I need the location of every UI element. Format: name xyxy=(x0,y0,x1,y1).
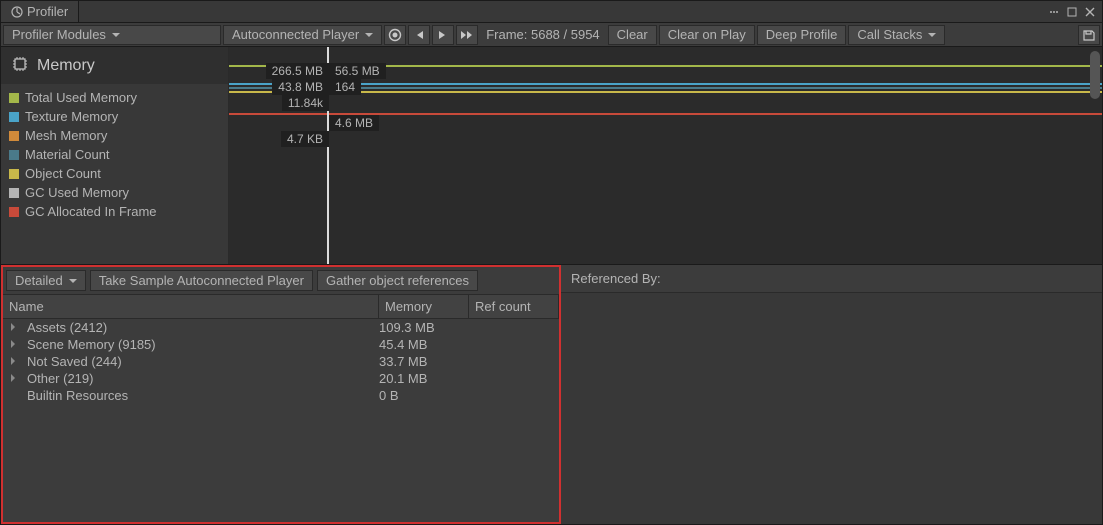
call-stacks-dropdown[interactable]: Call Stacks xyxy=(848,25,945,45)
menu-icon[interactable] xyxy=(1048,6,1060,18)
legend-item[interactable]: GC Used Memory xyxy=(9,183,220,202)
module-title: Memory xyxy=(37,57,95,75)
legend-item[interactable]: Mesh Memory xyxy=(9,126,220,145)
legend-label: Total Used Memory xyxy=(25,90,137,105)
table-body: Assets (2412)109.3 MBScene Memory (9185)… xyxy=(3,319,559,522)
chart-value-label: 43.8 MB xyxy=(272,79,329,95)
row-memory: 20.1 MB xyxy=(379,371,469,386)
referenced-by-panel: Referenced By: xyxy=(561,265,1102,524)
frame-label: Frame: 5688 / 5954 xyxy=(480,25,605,44)
toolbar: Profiler Modules Autoconnected Player Fr… xyxy=(1,23,1102,47)
table-row[interactable]: Builtin Resources 0 B xyxy=(3,387,559,404)
module-sidebar: Memory Total Used Memory Texture Memory Me… xyxy=(1,47,229,264)
row-name: Scene Memory (9185) xyxy=(27,337,156,352)
take-sample-button[interactable]: Take Sample Autoconnected Player xyxy=(90,270,313,291)
maximize-icon[interactable] xyxy=(1066,6,1078,18)
legend-swatch xyxy=(9,169,19,179)
legend-item[interactable]: Material Count xyxy=(9,145,220,164)
chart-value-label: 164 xyxy=(329,79,361,95)
table-row[interactable]: Scene Memory (9185) 45.4 MB xyxy=(3,336,559,353)
row-memory: 0 B xyxy=(379,388,469,403)
profiler-modules-dropdown[interactable]: Profiler Modules xyxy=(3,25,221,45)
memory-chart[interactable]: 266.5 MB43.8 MB11.84k 4.7 KB 56.5 MB164 4.… xyxy=(229,47,1102,264)
clear-on-play-button[interactable]: Clear on Play xyxy=(659,25,755,45)
detail-mode-dropdown[interactable]: Detailed xyxy=(6,270,86,291)
legend: Total Used Memory Texture Memory Mesh Memo… xyxy=(1,84,228,225)
legend-label: GC Allocated In Frame xyxy=(25,204,157,219)
target-dropdown[interactable]: Autoconnected Player xyxy=(223,25,382,45)
chart-value-label: 4.6 MB xyxy=(329,115,379,131)
deep-profile-button[interactable]: Deep Profile xyxy=(757,25,847,45)
legend-label: Material Count xyxy=(25,147,110,162)
tab-title: Profiler xyxy=(27,4,68,19)
legend-label: GC Used Memory xyxy=(25,185,129,200)
chart-value-label: 56.5 MB xyxy=(329,63,386,79)
column-name[interactable]: Name xyxy=(3,295,379,318)
row-name: Assets (2412) xyxy=(27,320,107,335)
legend-swatch xyxy=(9,131,19,141)
foldout-icon[interactable] xyxy=(11,357,21,367)
legend-item[interactable]: GC Allocated In Frame xyxy=(9,202,220,221)
legend-item[interactable]: Object Count xyxy=(9,164,220,183)
table-header: Name Memory Ref count xyxy=(3,294,559,319)
legend-item[interactable]: Texture Memory xyxy=(9,107,220,126)
memory-chip-icon xyxy=(11,55,29,76)
save-button[interactable] xyxy=(1078,25,1100,45)
table-row[interactable]: Assets (2412) 109.3 MB xyxy=(3,319,559,336)
legend-label: Texture Memory xyxy=(25,109,118,124)
table-row[interactable]: Not Saved (244) 33.7 MB xyxy=(3,353,559,370)
titlebar: Profiler xyxy=(1,1,1102,23)
row-name: Other (219) xyxy=(27,371,93,386)
frame-back-button[interactable] xyxy=(408,25,430,45)
frame-current-button[interactable] xyxy=(456,25,478,45)
legend-item[interactable]: Total Used Memory xyxy=(9,88,220,107)
detail-panel: Detailed Take Sample Autoconnected Playe… xyxy=(1,265,561,524)
frame-forward-button[interactable] xyxy=(432,25,454,45)
clear-button[interactable]: Clear xyxy=(608,25,657,45)
row-memory: 109.3 MB xyxy=(379,320,469,335)
profiler-tab[interactable]: Profiler xyxy=(1,1,79,22)
foldout-icon[interactable] xyxy=(11,323,21,333)
foldout-icon xyxy=(11,391,21,401)
legend-swatch xyxy=(9,93,19,103)
chart-value-label: 4.7 KB xyxy=(281,131,329,147)
gather-references-button[interactable]: Gather object references xyxy=(317,270,478,291)
row-name: Builtin Resources xyxy=(27,388,128,403)
column-refcount[interactable]: Ref count xyxy=(469,295,559,318)
chart-value-label: 266.5 MB xyxy=(266,63,329,79)
legend-label: Mesh Memory xyxy=(25,128,107,143)
foldout-icon[interactable] xyxy=(11,340,21,350)
referenced-by-title: Referenced By: xyxy=(561,265,1102,293)
row-memory: 45.4 MB xyxy=(379,337,469,352)
legend-label: Object Count xyxy=(25,166,101,181)
legend-swatch xyxy=(9,207,19,217)
foldout-icon[interactable] xyxy=(11,374,21,384)
legend-swatch xyxy=(9,150,19,160)
chart-scrollbar[interactable] xyxy=(1090,51,1100,99)
chart-value-label: 11.84k xyxy=(282,95,329,111)
record-button[interactable] xyxy=(384,25,406,45)
legend-swatch xyxy=(9,188,19,198)
close-icon[interactable] xyxy=(1084,6,1096,18)
row-memory: 33.7 MB xyxy=(379,354,469,369)
profiler-icon xyxy=(11,6,23,18)
module-header[interactable]: Memory xyxy=(1,47,228,84)
column-memory[interactable]: Memory xyxy=(379,295,469,318)
table-row[interactable]: Other (219) 20.1 MB xyxy=(3,370,559,387)
legend-swatch xyxy=(9,112,19,122)
row-name: Not Saved (244) xyxy=(27,354,122,369)
